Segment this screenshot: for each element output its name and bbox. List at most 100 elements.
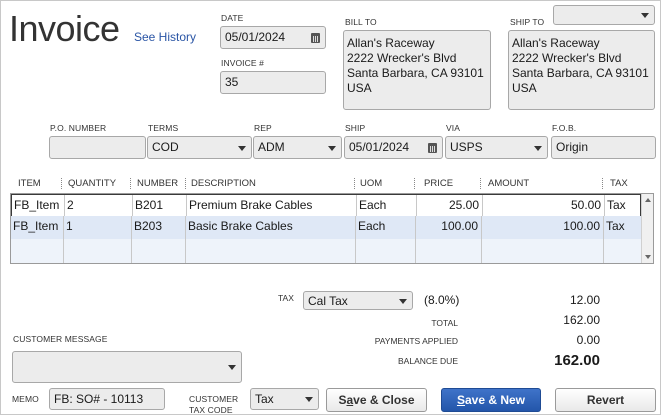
calendar-icon[interactable] (311, 32, 320, 43)
chevron-down-icon (399, 298, 407, 304)
revert-button[interactable]: Revert (555, 388, 656, 412)
col-uom[interactable]: UOM (360, 178, 382, 189)
bill-to-line: USA (347, 81, 372, 95)
customer-tax-code-label: CUSTOMER TAX CODE (189, 394, 238, 415)
tax-label: TAX (278, 293, 294, 303)
ship-to-line: Allan's Raceway (512, 36, 600, 50)
cell-number[interactable] (132, 239, 186, 263)
col-number[interactable]: NUMBER (137, 178, 178, 189)
save-new-label-part: ave & New (464, 393, 526, 407)
column-divider[interactable] (480, 178, 481, 189)
col-price[interactable]: PRICE (424, 178, 453, 189)
cell-item[interactable]: FB_Item (11, 216, 64, 239)
column-divider[interactable] (602, 178, 603, 189)
cell-description[interactable]: Premium Brake Cables (187, 195, 357, 216)
date-field[interactable]: 05/01/2024 (220, 26, 326, 49)
tax-rate: (8.0%) (424, 293, 460, 307)
cell-item[interactable]: FB_Item (12, 195, 65, 216)
cell-price[interactable]: 25.00 (417, 195, 483, 216)
ship-to-line: USA (512, 81, 537, 95)
column-divider[interactable] (61, 178, 62, 189)
payments-applied-value: 0.00 (576, 333, 600, 347)
fob-field[interactable]: Origin (551, 136, 656, 159)
chevron-down-icon (238, 145, 246, 151)
save-close-label-part: ve & Close (353, 393, 415, 407)
po-number-label: P.O. NUMBER (50, 123, 107, 133)
cell-price[interactable]: 100.00 (416, 216, 482, 239)
cell-price[interactable] (416, 239, 482, 263)
cell-amount[interactable]: 50.00 (483, 195, 605, 216)
cell-tax[interactable]: Tax (605, 195, 641, 216)
cell-quantity[interactable]: 2 (65, 195, 133, 216)
balance-due-label: BALANCE DUE (398, 356, 458, 366)
cell-uom[interactable]: Each (356, 216, 416, 239)
line-items-header: ITEM QUANTITY NUMBER DESCRIPTION UOM PRI… (10, 176, 653, 192)
table-row[interactable]: FB_Item 2 B201 Premium Brake Cables Each… (11, 194, 641, 217)
table-scrollbar[interactable] (641, 194, 653, 263)
calendar-icon[interactable] (428, 142, 437, 153)
fob-value: Origin (556, 140, 589, 154)
date-value: 05/01/2024 (225, 30, 286, 44)
cell-description[interactable] (186, 239, 356, 263)
ship-date-field[interactable]: 05/01/2024 (344, 136, 443, 159)
cell-description[interactable]: Basic Brake Cables (186, 216, 356, 239)
customer-tax-code-label-line: TAX CODE (189, 405, 233, 415)
chevron-down-icon (534, 145, 542, 151)
bill-to-address[interactable]: Allan's Raceway 2222 Wrecker's Blvd Sant… (343, 30, 491, 110)
save-close-button[interactable]: Save & Close (326, 388, 427, 412)
col-quantity[interactable]: QUANTITY (68, 178, 116, 189)
invoice-number-field[interactable]: 35 (220, 71, 326, 94)
cell-number[interactable]: B203 (132, 216, 186, 239)
cell-uom[interactable] (356, 239, 416, 263)
customer-tax-code-value: Tax (255, 392, 274, 406)
cell-amount[interactable]: 100.00 (482, 216, 604, 239)
column-divider[interactable] (354, 178, 355, 189)
ship-to-line: 2222 Wrecker's Blvd (512, 51, 622, 65)
bill-to-line: 2222 Wrecker's Blvd (347, 51, 457, 65)
rep-label: REP (254, 123, 272, 133)
scroll-up-icon[interactable] (645, 198, 651, 202)
cell-item[interactable] (11, 239, 64, 263)
via-dropdown[interactable]: USPS (445, 136, 548, 159)
ship-date-label: SHIP (345, 123, 366, 133)
ship-date-value: 05/01/2024 (349, 140, 410, 154)
cell-quantity[interactable]: 1 (64, 216, 132, 239)
col-description[interactable]: DESCRIPTION (191, 178, 256, 189)
memo-value: FB: SO# - 10113 (54, 392, 144, 406)
column-divider[interactable] (130, 178, 131, 189)
table-row[interactable]: FB_Item 1 B203 Basic Brake Cables Each 1… (11, 216, 641, 239)
via-value: USPS (450, 140, 483, 154)
po-number-field[interactable] (49, 136, 146, 159)
cell-quantity[interactable] (64, 239, 132, 263)
invoice-number-value: 35 (225, 75, 239, 89)
col-item[interactable]: ITEM (18, 178, 41, 189)
save-new-label-mnemonic: S (456, 393, 465, 407)
cell-tax[interactable] (604, 239, 640, 263)
rep-dropdown[interactable]: ADM (253, 136, 342, 159)
cell-number[interactable]: B201 (133, 195, 187, 216)
customer-message-dropdown[interactable] (12, 351, 242, 383)
customer-tax-code-dropdown[interactable]: Tax (250, 388, 319, 410)
column-divider[interactable] (185, 178, 186, 189)
tax-item-dropdown[interactable]: Cal Tax (303, 291, 413, 310)
table-row-empty[interactable] (11, 239, 641, 263)
column-divider[interactable] (414, 178, 415, 189)
chevron-down-icon (228, 365, 236, 370)
terms-dropdown[interactable]: COD (147, 136, 252, 159)
save-new-button[interactable]: Save & New (441, 388, 541, 412)
col-tax[interactable]: TAX (610, 178, 628, 189)
date-label: DATE (221, 13, 244, 23)
cell-amount[interactable] (482, 239, 604, 263)
ship-to-dropdown[interactable] (553, 5, 655, 25)
balance-due-value: 162.00 (554, 352, 600, 369)
ship-to-line: Santa Barbara, CA 93101 (512, 66, 649, 80)
rep-value: ADM (258, 140, 285, 154)
see-history-link[interactable]: See History (134, 30, 196, 44)
cell-uom[interactable]: Each (357, 195, 417, 216)
scroll-down-icon[interactable] (645, 255, 651, 259)
cell-tax[interactable]: Tax (604, 216, 640, 239)
customer-tax-code-label-line: CUSTOMER (189, 394, 239, 404)
memo-field[interactable]: FB: SO# - 10113 (49, 388, 165, 410)
ship-to-address[interactable]: Allan's Raceway 2222 Wrecker's Blvd Sant… (508, 30, 655, 110)
col-amount[interactable]: AMOUNT (488, 178, 529, 189)
